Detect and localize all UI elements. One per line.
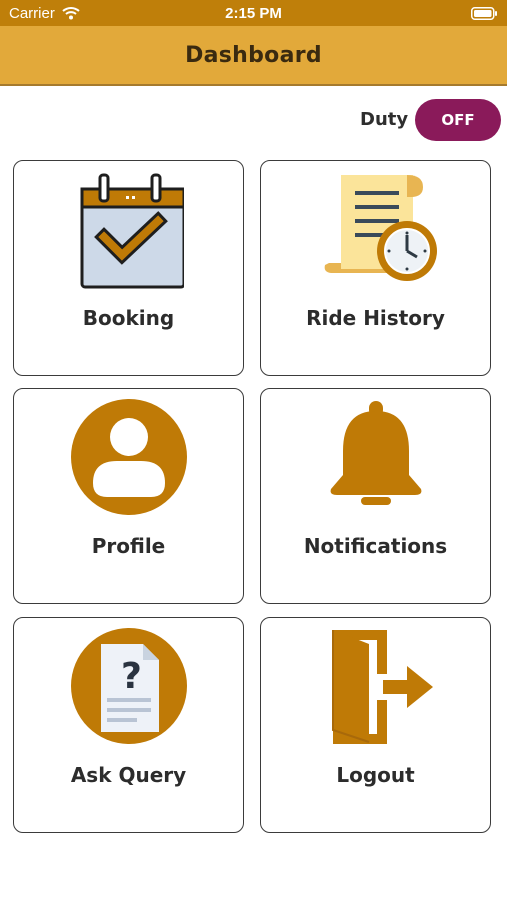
duty-label: Duty [360, 109, 409, 130]
profile-tile[interactable]: Profile [13, 388, 244, 604]
question-document-icon: ? [70, 628, 187, 744]
status-time: 2:15 PM [225, 5, 282, 22]
duty-toggle[interactable]: OFF [415, 99, 501, 141]
battery-icon [471, 7, 497, 20]
ride-history-label: Ride History [306, 306, 445, 330]
bell-icon [330, 401, 421, 505]
booking-tile[interactable]: Booking [13, 160, 244, 376]
booking-label: Booking [82, 306, 175, 330]
logout-tile[interactable]: Logout [260, 617, 491, 833]
ride-history-tile[interactable]: Ride History [260, 160, 491, 376]
ask-query-label: Ask Query [70, 763, 187, 787]
status-bar: Carrier 2:15 PM [0, 0, 507, 26]
app-header: Dashboard [0, 26, 507, 86]
notifications-label: Notifications [303, 534, 448, 558]
duty-toggle-text: OFF [441, 111, 475, 129]
logout-label: Logout [336, 763, 415, 787]
scroll-clock-icon [324, 175, 437, 281]
svg-text:?: ? [121, 656, 142, 697]
profile-label: Profile [91, 534, 166, 558]
ask-query-tile[interactable]: ? Ask Query [13, 617, 244, 833]
page-title: Dashboard [185, 42, 322, 68]
notifications-tile[interactable]: Notifications [260, 388, 491, 604]
calendar-check-icon [80, 173, 184, 289]
user-circle-icon [70, 399, 187, 515]
exit-door-icon [331, 630, 433, 744]
